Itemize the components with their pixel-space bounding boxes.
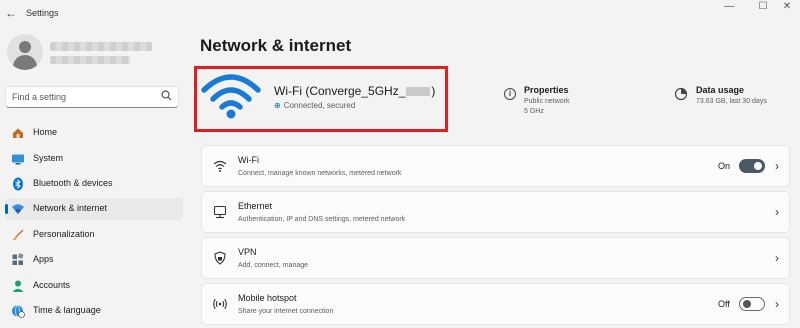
highlight-annotation-box — [194, 66, 448, 132]
wifi-toggle-state: On — [718, 161, 731, 171]
hotspot-icon — [213, 298, 227, 310]
sidebar-item-label: Accounts — [33, 280, 71, 290]
data-usage-icon — [674, 87, 688, 101]
back-arrow-icon[interactable]: ← — [5, 6, 17, 20]
sidebar-item-label: Home — [33, 127, 58, 137]
home-icon — [13, 128, 23, 138]
bluetooth-icon — [13, 177, 23, 191]
network-name-close: ) — [431, 84, 436, 98]
avatar[interactable] — [7, 34, 43, 70]
sidebar-item-network[interactable]: Network & internet — [5, 198, 183, 220]
chevron-right-icon[interactable]: › — [775, 159, 779, 173]
sidebar-item-time-language[interactable]: Time & language — [5, 300, 183, 322]
card-subtitle: Share your internet connection — [238, 308, 334, 315]
search-box[interactable] — [5, 86, 179, 108]
page-title: Network & internet — [200, 36, 352, 55]
brush-icon — [13, 229, 24, 241]
card-subtitle: Connect, manage known networks, metered … — [238, 170, 402, 177]
hotspot-toggle-state: Off — [718, 299, 730, 309]
sidebar-item-accounts[interactable]: Accounts — [5, 275, 183, 297]
toggle-knob — [743, 300, 751, 308]
title-bar: ← Settings — ☐ ✕ — [0, 0, 800, 26]
card-title: VPN — [238, 247, 257, 257]
toggle-knob — [754, 162, 762, 170]
sidebar-item-label: Network & internet — [33, 203, 108, 213]
network-icon — [12, 204, 24, 214]
card-subtitle: Authentication, IP and DNS settings, met… — [238, 216, 406, 223]
sidebar-item-apps[interactable]: Apps — [5, 249, 183, 271]
vpn-shield-icon — [214, 251, 226, 265]
minimize-button[interactable]: — — [718, 1, 740, 12]
sidebar-item-label: Personalization — [33, 229, 95, 239]
chevron-right-icon[interactable]: › — [775, 251, 779, 265]
accounts-icon — [12, 280, 24, 292]
maximize-button[interactable]: ☐ — [752, 1, 774, 12]
data-usage-detail: 73.63 GB, last 30 days — [696, 98, 767, 105]
sidebar-item-personalization[interactable]: Personalization — [5, 224, 183, 246]
wifi-toggle[interactable] — [739, 159, 765, 173]
search-input[interactable] — [6, 87, 156, 107]
network-band: 5 GHz — [524, 108, 544, 115]
sidebar-item-home[interactable]: Home — [5, 122, 183, 144]
wifi-icon — [213, 160, 227, 172]
ethernet-icon — [213, 205, 227, 219]
redacted-account-email — [50, 56, 130, 64]
sidebar-item-label: Apps — [33, 254, 54, 264]
globe-clock-icon — [12, 305, 25, 318]
search-icon[interactable] — [161, 90, 172, 101]
properties-link[interactable]: Properties — [524, 85, 569, 95]
card-title: Wi-Fi — [238, 155, 259, 165]
vpn-settings-card[interactable]: VPN Add, connect, manage › — [201, 237, 790, 279]
card-title: Mobile hotspot — [238, 293, 297, 303]
system-icon — [12, 154, 24, 165]
connected-network-name[interactable]: Wi-Fi (Converge_5GHz_ ) — [274, 84, 435, 98]
apps-icon — [12, 253, 24, 265]
avatar-head-icon — [19, 41, 31, 53]
avatar-body-icon — [13, 55, 37, 70]
globe-icon: ⊕ — [274, 101, 281, 110]
connection-status: ⊕ Connected, secured — [274, 101, 355, 110]
card-subtitle: Add, connect, manage — [238, 262, 309, 269]
sidebar-item-label: Bluetooth & devices — [33, 178, 113, 188]
card-title: Ethernet — [238, 201, 273, 211]
wifi-settings-card[interactable]: Wi-Fi Connect, manage known networks, me… — [201, 145, 790, 187]
close-button[interactable]: ✕ — [776, 1, 798, 12]
sidebar-item-label: Time & language — [33, 305, 101, 315]
sidebar-item-system[interactable]: System — [5, 148, 183, 170]
network-profile-type: Public network — [524, 98, 570, 105]
sidebar-item-bluetooth[interactable]: Bluetooth & devices — [5, 173, 183, 195]
info-icon: i — [504, 88, 516, 100]
redacted-account-name — [50, 42, 152, 51]
mobile-hotspot-card[interactable]: Mobile hotspot Share your internet conne… — [201, 283, 790, 325]
ethernet-settings-card[interactable]: Ethernet Authentication, IP and DNS sett… — [201, 191, 790, 233]
redacted-network-suffix — [406, 86, 431, 96]
chevron-right-icon[interactable]: › — [775, 297, 779, 311]
hotspot-toggle[interactable] — [739, 297, 765, 311]
chevron-right-icon[interactable]: › — [775, 205, 779, 219]
app-title: Settings — [26, 8, 59, 18]
sidebar-item-label: System — [33, 153, 64, 163]
data-usage-link[interactable]: Data usage — [696, 85, 744, 95]
network-name-text: Wi-Fi (Converge_5GHz_ — [274, 84, 406, 98]
connection-status-text: Connected, secured — [283, 101, 356, 110]
